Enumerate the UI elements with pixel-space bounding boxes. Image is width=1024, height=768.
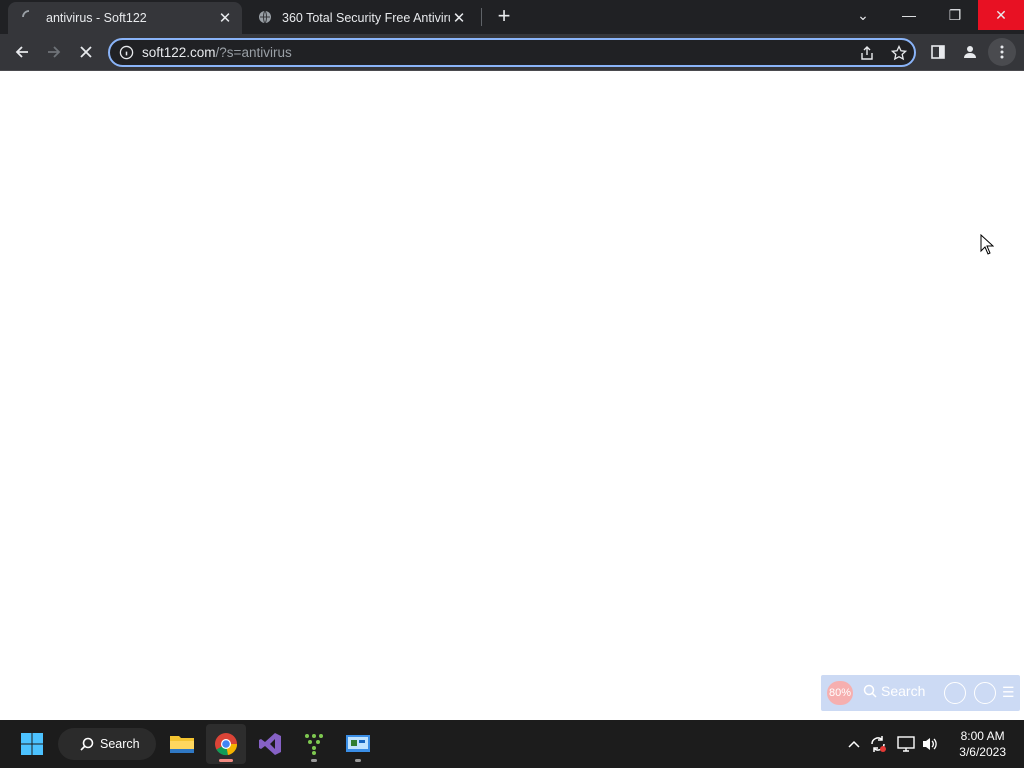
info-icon[interactable] [119,45,134,65]
person-icon [964,46,976,58]
search-icon [863,684,877,698]
tab-title: 360 Total Security Free Antivirus [282,11,450,25]
dot-grid-icon [305,734,323,755]
taskbar: Search 8:00 AM 3/6/2023 [0,720,1024,768]
browser-toolbar: soft122.com/?s=antivirus [0,34,1024,71]
visual-studio-icon [259,733,281,755]
new-tab-button[interactable]: + [492,5,516,29]
tab-strip: antivirus - Soft122 ✕ 360 Total Security… [0,0,1024,34]
clock-date: 3/6/2023 [959,745,1006,759]
side-panel-icon [931,45,945,59]
active-indicator [219,759,233,762]
minimize-button[interactable]: — [886,0,932,30]
floating-search-label: Search [881,683,926,699]
chrome-icon [215,733,238,756]
windows-logo-icon [21,733,43,755]
show-hidden-icons-chevron-icon[interactable] [844,734,864,754]
running-indicator [311,759,317,762]
tab-antivirus[interactable]: antivirus - Soft122 ✕ [8,2,242,34]
file-explorer-button[interactable] [162,724,202,764]
visual-studio-button[interactable] [250,724,290,764]
apps-grid-icon[interactable] [944,682,966,704]
control-panel-icon [346,735,370,752]
profile-button[interactable] [956,38,984,66]
taskbar-search-label: Search [100,737,140,751]
settings-icon[interactable] [974,682,996,704]
dots-app-button[interactable] [294,724,334,764]
globe-icon [258,10,272,27]
tab-close-icon[interactable]: ✕ [216,9,234,27]
restore-button[interactable]: ❐ [932,0,978,30]
star-bookmark-icon[interactable] [890,44,908,66]
close-icon [80,46,92,58]
side-panel-button[interactable] [924,38,952,66]
url-domain: soft122.com [142,45,216,60]
start-button[interactable] [12,724,52,764]
sync-icon[interactable] [868,734,888,754]
chrome-button[interactable] [206,724,246,764]
volume-icon[interactable] [920,734,940,754]
tab-search-button[interactable]: ⌄ [840,0,886,30]
mouse-cursor-icon [980,233,995,261]
url-text[interactable]: soft122.com/?s=antivirus [142,45,292,60]
address-bar[interactable]: soft122.com/?s=antivirus [108,38,916,67]
forward-button[interactable] [40,38,68,66]
menu-lines-icon[interactable]: ☰ [1002,684,1015,701]
tab-close-icon[interactable]: ✕ [450,9,468,27]
arrow-left-icon [15,46,28,58]
tab-divider [481,8,482,26]
back-button[interactable] [8,38,36,66]
page-content [0,71,1024,720]
running-indicator [355,759,361,762]
percent-badge: 80% [827,681,853,705]
clock-time: 8:00 AM [960,729,1005,743]
share-icon[interactable] [859,45,875,66]
loading-spinner-icon [22,9,36,27]
search-icon [80,737,94,751]
menu-button[interactable] [988,38,1016,66]
tab-title: antivirus - Soft122 [46,11,147,25]
kebab-menu-icon [1000,45,1004,59]
taskbar-search[interactable]: Search [58,728,156,760]
stop-loading-button[interactable] [72,38,100,66]
arrow-right-icon [48,46,61,58]
floating-search[interactable]: Search [863,683,925,699]
folder-icon [170,736,194,753]
url-path: /?s=antivirus [215,45,292,60]
floating-toolbar[interactable]: 80% Search ☰ [821,675,1020,711]
close-window-button[interactable]: ✕ [978,0,1024,30]
system-clock[interactable]: 8:00 AM 3/6/2023 [959,728,1006,760]
control-panel-button[interactable] [338,724,378,764]
network-icon[interactable] [896,734,916,754]
tab-360-total-security[interactable]: 360 Total Security Free Antivirus ✕ [244,2,476,34]
